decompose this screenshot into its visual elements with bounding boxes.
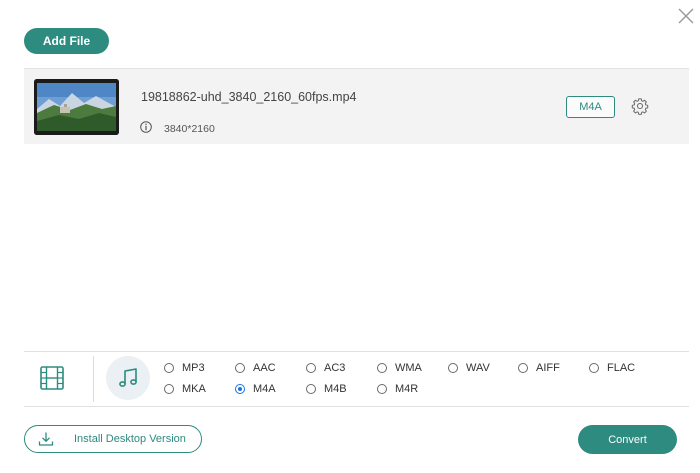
install-desktop-button[interactable]: Install Desktop Version: [24, 425, 202, 453]
radio-circle: [164, 363, 174, 373]
file-resolution: 3840*2160: [164, 123, 215, 135]
radio-circle: [306, 363, 316, 373]
format-radio-m4a[interactable]: M4A: [235, 383, 276, 395]
format-label: AC3: [324, 362, 346, 374]
info-icon[interactable]: [140, 121, 152, 133]
gear-icon[interactable]: [631, 97, 649, 115]
format-label: WMA: [395, 362, 422, 374]
add-file-button[interactable]: Add File: [24, 28, 109, 54]
radio-circle: [306, 384, 316, 394]
file-row: 19818862-uhd_3840_2160_60fps.mp4 3840*21…: [24, 69, 689, 144]
format-radio-mka[interactable]: MKA: [164, 383, 206, 395]
audio-format-tab[interactable]: [106, 356, 150, 400]
close-button[interactable]: [676, 6, 696, 26]
radio-circle: [235, 384, 245, 394]
music-note-icon: [119, 368, 137, 387]
format-radio-aac[interactable]: AAC: [235, 362, 276, 374]
divider: [93, 356, 94, 402]
radio-circle: [235, 363, 245, 373]
format-label: AAC: [253, 362, 276, 374]
format-radio-m4r[interactable]: M4R: [377, 383, 418, 395]
radio-circle: [164, 384, 174, 394]
radio-circle: [589, 363, 599, 373]
convert-button[interactable]: Convert: [578, 425, 677, 454]
video-thumbnail: [34, 79, 119, 135]
radio-circle: [518, 363, 528, 373]
file-name: 19818862-uhd_3840_2160_60fps.mp4: [141, 90, 357, 104]
format-label: AIFF: [536, 362, 560, 374]
format-label: FLAC: [607, 362, 636, 374]
divider: [24, 351, 689, 352]
format-label: MKA: [182, 383, 206, 395]
format-radio-wav[interactable]: WAV: [448, 362, 490, 374]
format-label: MP3: [182, 362, 205, 374]
format-label: M4B: [324, 383, 347, 395]
format-radio-m4b[interactable]: M4B: [306, 383, 347, 395]
video-format-tab[interactable]: [39, 365, 65, 391]
radio-circle: [377, 384, 387, 394]
format-radio-mp3[interactable]: MP3: [164, 362, 205, 374]
film-icon: [40, 366, 64, 390]
close-icon: [678, 8, 694, 24]
format-label: M4A: [253, 383, 276, 395]
radio-circle: [377, 363, 387, 373]
format-radio-ac3[interactable]: AC3: [306, 362, 345, 374]
divider: [24, 406, 689, 407]
download-icon: [38, 431, 54, 447]
format-label: WAV: [466, 362, 490, 374]
format-radio-wma[interactable]: WMA: [377, 362, 422, 374]
format-radio-aiff[interactable]: AIFF: [518, 362, 560, 374]
output-format-button[interactable]: M4A: [566, 96, 615, 118]
format-radio-flac[interactable]: FLAC: [589, 362, 635, 374]
format-label: M4R: [395, 383, 419, 395]
radio-circle: [448, 363, 458, 373]
install-label: Install Desktop Version: [74, 433, 186, 445]
